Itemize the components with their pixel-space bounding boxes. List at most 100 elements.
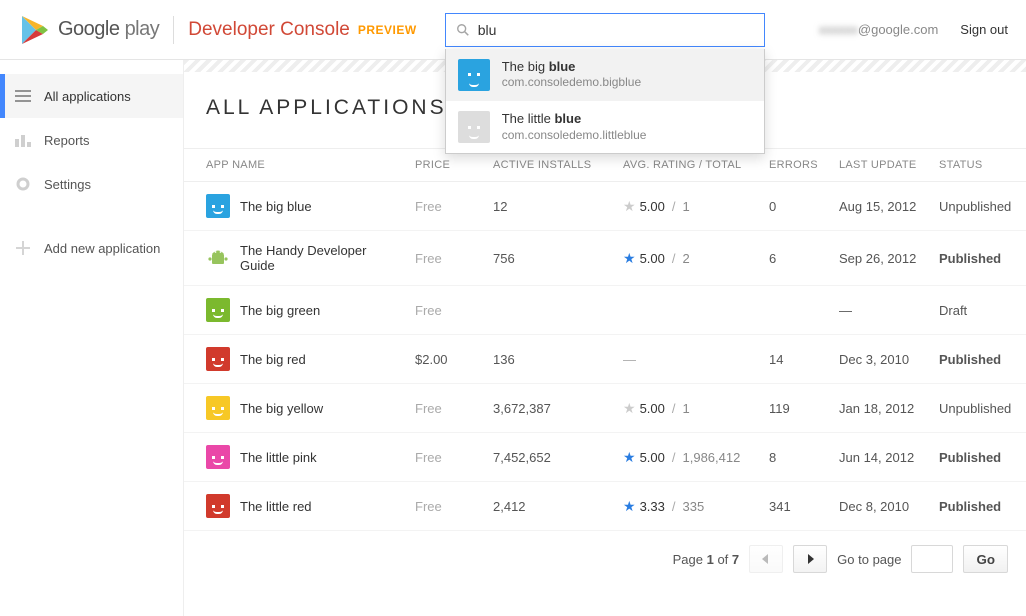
app-update: Jun 14, 2012 [833, 433, 933, 482]
app-errors: 6 [763, 231, 833, 286]
apps-table: APP NAME PRICE ACTIVE INSTALLS AVG. RATI… [184, 148, 1026, 531]
app-update: Dec 8, 2010 [833, 482, 933, 531]
app-price: Free [409, 286, 487, 335]
sidebar-item-label: All applications [44, 89, 131, 104]
app-name: The little pink [206, 445, 403, 469]
gear-icon [14, 175, 32, 193]
app-price: $2.00 [409, 335, 487, 384]
app-status: Published [933, 231, 1026, 286]
app-rating: ★ 3.33 / 335 [617, 482, 763, 531]
col-update[interactable]: LAST UPDATE [833, 149, 933, 182]
table-row[interactable]: The big red $2.00 136 — 14 Dec 3, 2010 P… [184, 335, 1026, 384]
app-status: Unpublished [933, 384, 1026, 433]
app-installs: 3,672,387 [487, 384, 617, 433]
brand: Google play [58, 18, 159, 41]
search-wrap: The big blue com.consoledemo.bigblue The… [445, 13, 765, 47]
app-installs: 12 [487, 182, 617, 231]
app-icon [206, 445, 230, 469]
suggestion-item[interactable]: The little blue com.consoledemo.littlebl… [446, 101, 764, 153]
app-name: The big blue [206, 194, 403, 218]
app-name: The big red [206, 347, 403, 371]
app-price: Free [409, 482, 487, 531]
app-rating: ★ 5.00 / 2 [617, 231, 763, 286]
app-icon [206, 396, 230, 420]
app-errors: 341 [763, 482, 833, 531]
app-rating: ★ 5.00 / 1 [617, 182, 763, 231]
app-update: Aug 15, 2012 [833, 182, 933, 231]
menu-icon [14, 87, 32, 105]
search-suggestions: The big blue com.consoledemo.bigblue The… [445, 49, 765, 155]
prev-page-button[interactable] [749, 545, 783, 573]
sidebar-item-reports[interactable]: Reports [0, 118, 183, 162]
app-status: Unpublished [933, 182, 1026, 231]
app-errors: 0 [763, 182, 833, 231]
app-installs: 756 [487, 231, 617, 286]
app-status: Published [933, 335, 1026, 384]
sidebar: All applications Reports Settings Add new a… [0, 60, 183, 616]
table-row[interactable]: The big green Free — Draft [184, 286, 1026, 335]
search-box[interactable] [445, 13, 765, 47]
next-page-button[interactable] [793, 545, 827, 573]
goto-page-button[interactable]: Go [963, 545, 1008, 573]
app-update: Sep 26, 2012 [833, 231, 933, 286]
app-errors: 119 [763, 384, 833, 433]
topbar: Google play Developer Console PREVIEW Th… [0, 0, 1026, 60]
search-icon [456, 23, 470, 37]
app-update: Dec 3, 2010 [833, 335, 933, 384]
sidebar-item-all-applications[interactable]: All applications [0, 74, 183, 118]
goto-page-input[interactable] [911, 545, 953, 573]
suggestion-text: The little blue com.consoledemo.littlebl… [502, 111, 647, 143]
col-status[interactable]: STATUS [933, 149, 1026, 182]
app-status: Published [933, 482, 1026, 531]
page-indicator: Page 1 of 7 [673, 552, 740, 567]
plus-icon [14, 239, 32, 257]
chevron-left-icon [761, 554, 771, 564]
app-installs: 2,412 [487, 482, 617, 531]
table-row[interactable]: The little red Free 2,412 ★ 3.33 / 335 3… [184, 482, 1026, 531]
account-area: xxxxxx@google.com Sign out [819, 22, 1008, 37]
app-name: The Handy Developer Guide [206, 243, 403, 273]
app-name: The little red [206, 494, 403, 518]
preview-badge: PREVIEW [358, 23, 417, 37]
col-errors[interactable]: ERRORS [763, 149, 833, 182]
suggestion-item[interactable]: The big blue com.consoledemo.bigblue [446, 49, 764, 101]
goto-label: Go to page [837, 552, 901, 567]
chevron-right-icon [805, 554, 815, 564]
app-price: Free [409, 182, 487, 231]
sidebar-item-label: Reports [44, 133, 90, 148]
bars-icon [14, 131, 32, 149]
table-row[interactable]: The little pink Free 7,452,652 ★ 5.00 / … [184, 433, 1026, 482]
table-row[interactable]: The Handy Developer Guide Free 756 ★ 5.0… [184, 231, 1026, 286]
app-installs [487, 286, 617, 335]
col-name[interactable]: APP NAME [184, 149, 409, 182]
app-installs: 136 [487, 335, 617, 384]
app-name: The big green [206, 298, 403, 322]
app-price: Free [409, 231, 487, 286]
app-update: — [833, 286, 933, 335]
table-row[interactable]: The big yellow Free 3,672,387 ★ 5.00 / 1… [184, 384, 1026, 433]
sign-out-link[interactable]: Sign out [960, 22, 1008, 37]
app-rating: ★ 5.00 / 1 [617, 384, 763, 433]
app-icon [458, 111, 490, 143]
app-icon [206, 194, 230, 218]
app-icon [206, 494, 230, 518]
app-icon [458, 59, 490, 91]
app-installs: 7,452,652 [487, 433, 617, 482]
add-application-button[interactable]: Add new application [0, 226, 183, 270]
table-row[interactable]: The big blue Free 12 ★ 5.00 / 1 0 Aug 15… [184, 182, 1026, 231]
app-rating: ★ 5.00 / 1,986,412 [617, 433, 763, 482]
sidebar-item-label: Settings [44, 177, 91, 192]
app-icon [206, 246, 230, 270]
suggestion-text: The big blue com.consoledemo.bigblue [502, 59, 641, 91]
sidebar-item-label: Add new application [44, 241, 160, 256]
app-status: Published [933, 433, 1026, 482]
app-price: Free [409, 433, 487, 482]
search-input[interactable] [478, 22, 754, 38]
sidebar-item-settings[interactable]: Settings [0, 162, 183, 206]
divider [173, 16, 174, 44]
pager: Page 1 of 7 Go to page Go [184, 531, 1026, 587]
app-icon [206, 347, 230, 371]
app-rating [617, 286, 763, 335]
app-price: Free [409, 384, 487, 433]
app-errors [763, 286, 833, 335]
